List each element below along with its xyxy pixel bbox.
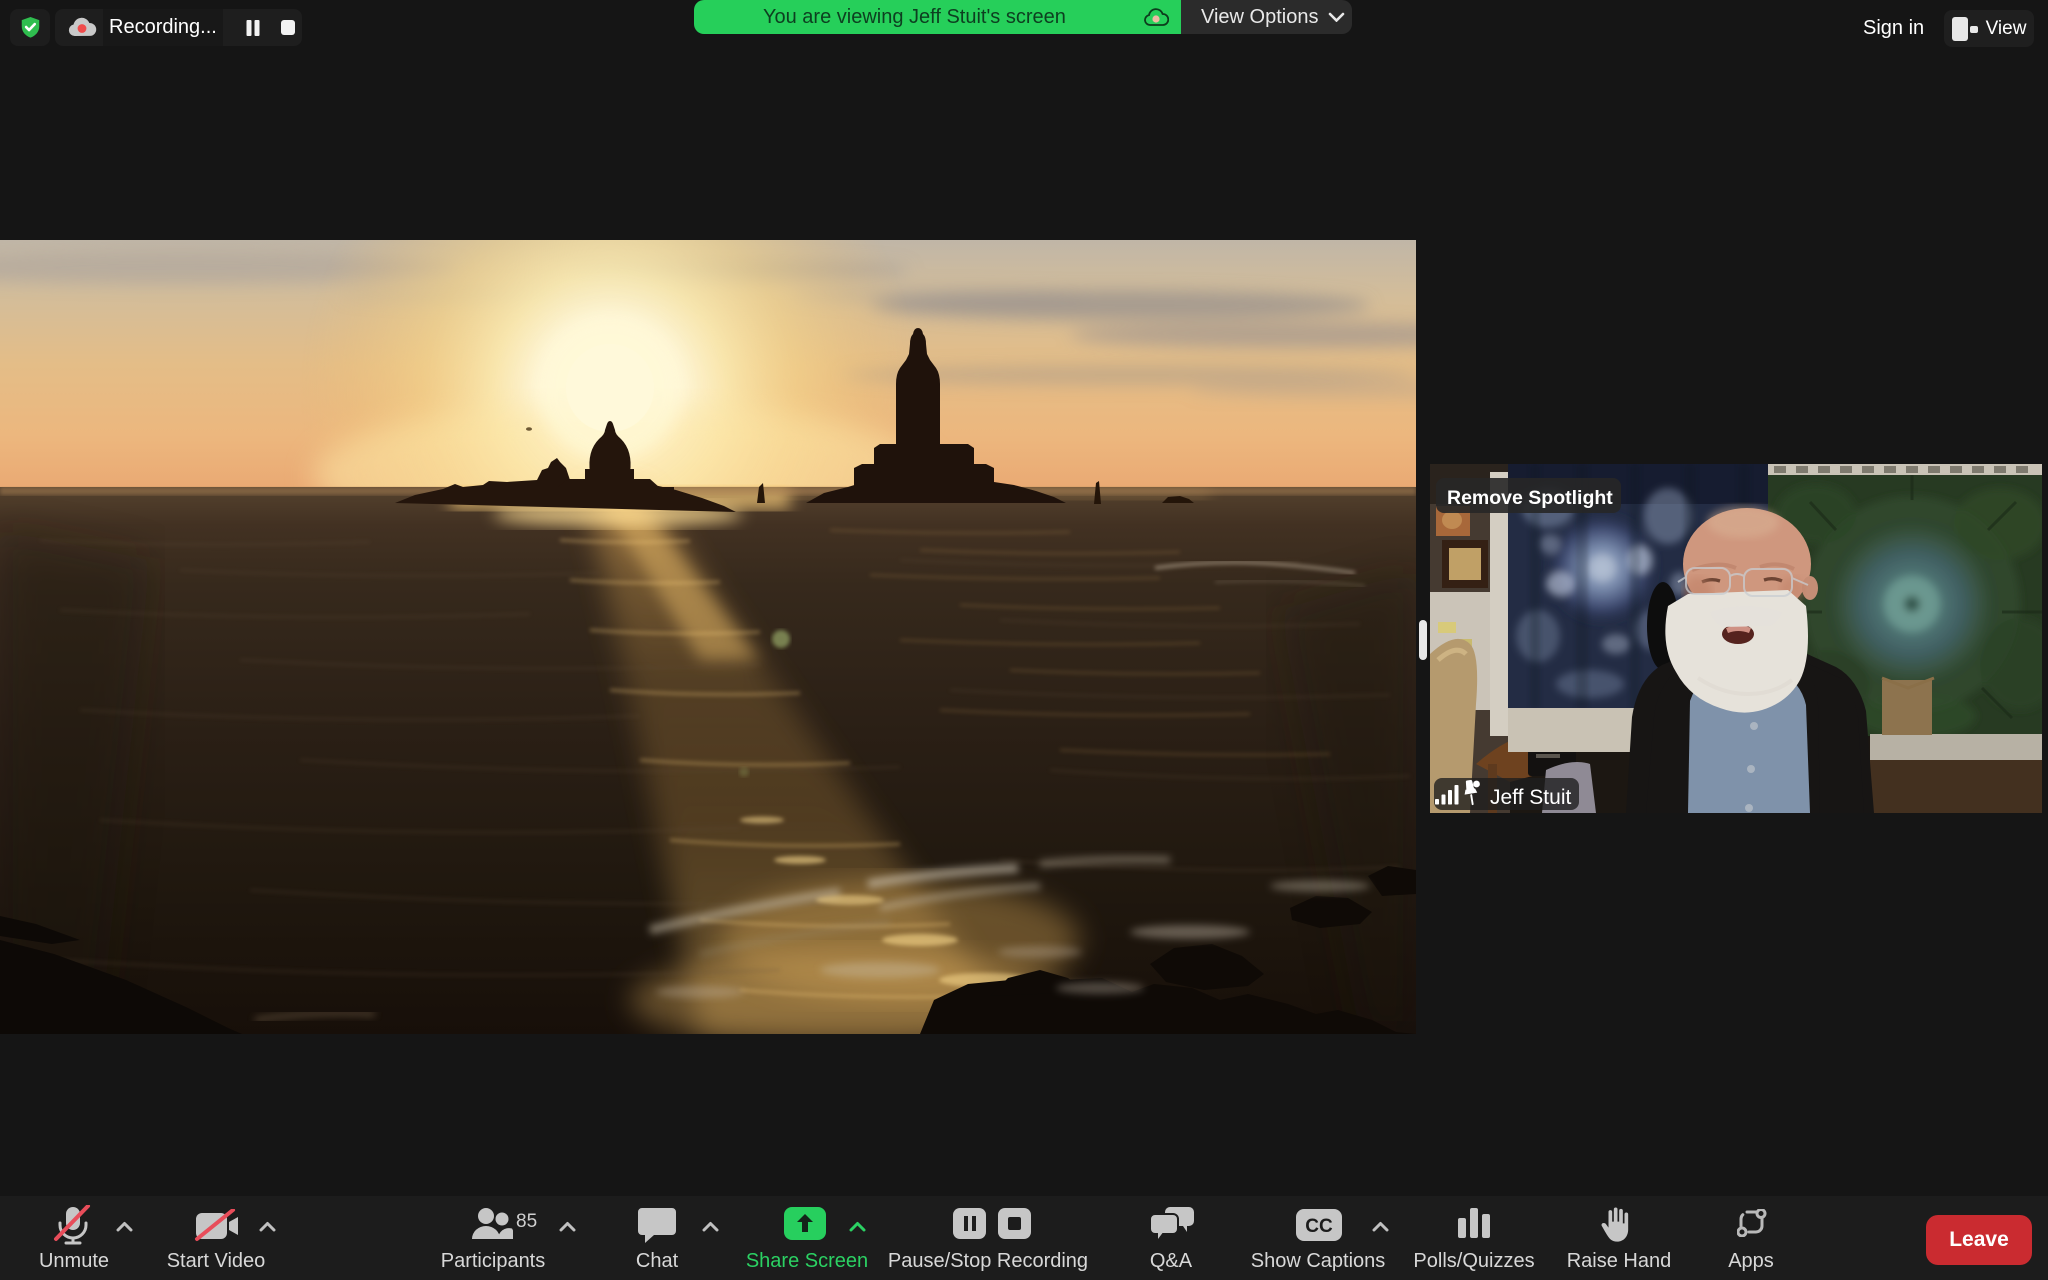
svg-text:CC: CC bbox=[1305, 1216, 1333, 1237]
svg-text:Jeff Stuit: Jeff Stuit bbox=[1490, 786, 1571, 809]
svg-text:Remove Spotlight: Remove Spotlight bbox=[1447, 487, 1613, 509]
